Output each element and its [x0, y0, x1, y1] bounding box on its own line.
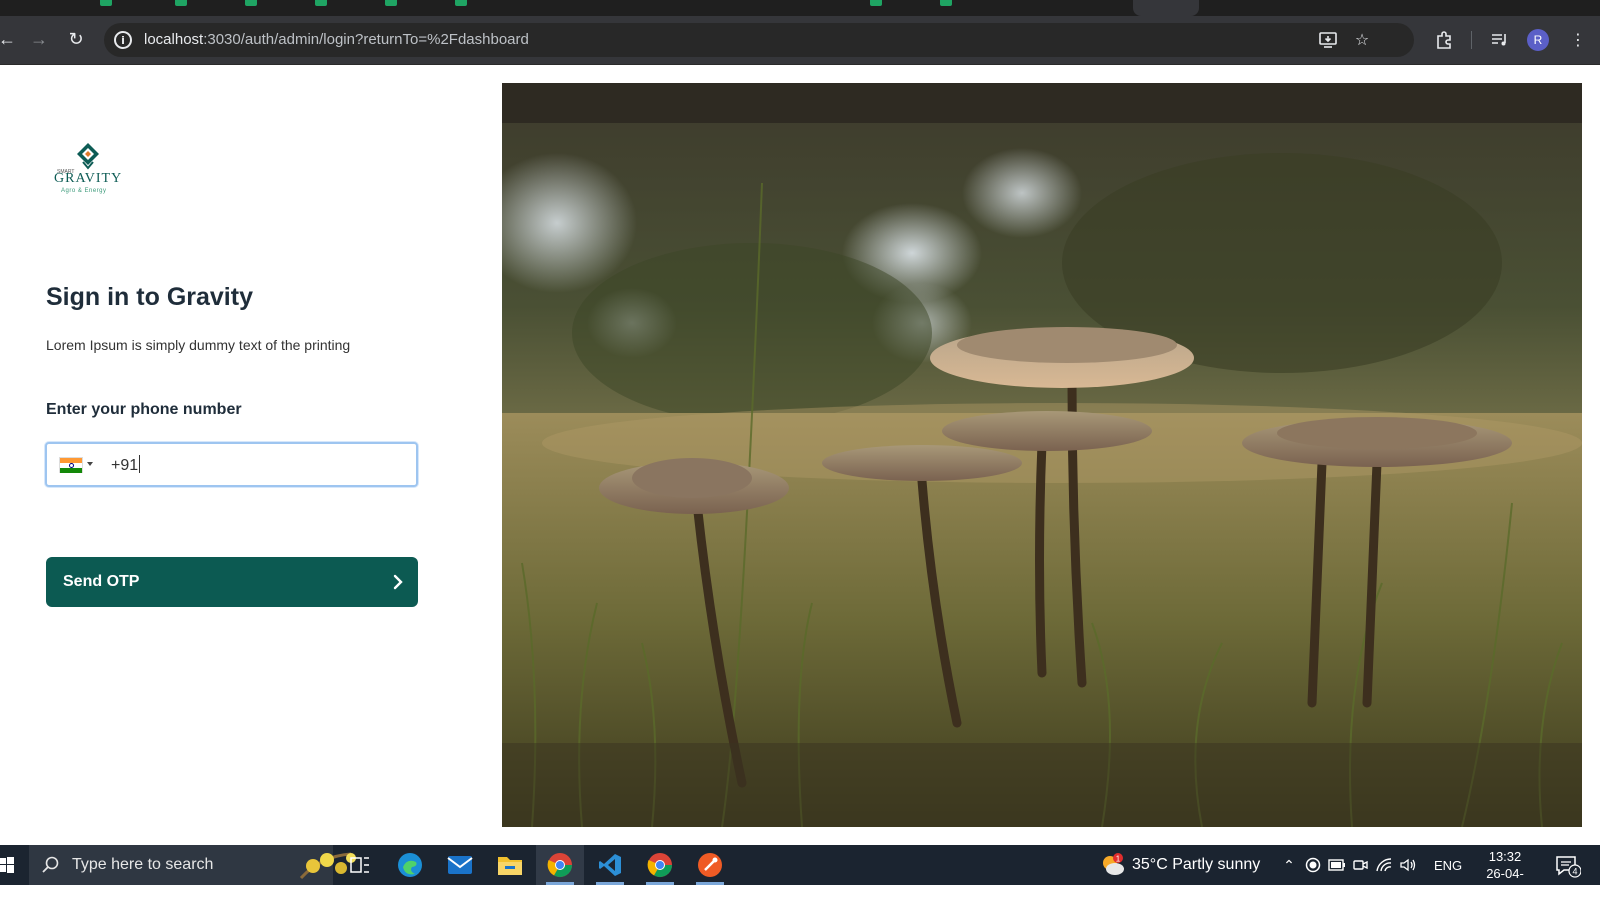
- phone-input-value[interactable]: +91: [111, 455, 141, 475]
- weather-badge: 1: [1116, 855, 1121, 864]
- phone-label: Enter your phone number: [46, 401, 242, 418]
- browser-menu-icon[interactable]: ⋮: [1566, 28, 1590, 52]
- profile-avatar[interactable]: R: [1527, 29, 1549, 51]
- install-app-icon[interactable]: [1317, 29, 1339, 51]
- active-tab[interactable]: [1133, 0, 1199, 16]
- company-logo: SMART GRAVITY Agro & Energy: [54, 142, 122, 198]
- notification-center-icon[interactable]: 4: [1555, 854, 1581, 878]
- logo-mark-icon: [77, 143, 99, 170]
- country-dropdown-caret-icon[interactable]: [87, 462, 93, 466]
- india-flag-icon[interactable]: [59, 457, 83, 473]
- taskbar: Type here to search 1 35°C Partly sunny …: [0, 845, 1600, 898]
- browser-tab-strip: [0, 0, 1600, 16]
- taskbar-search[interactable]: Type here to search: [29, 845, 356, 885]
- weather-partly-sunny-icon[interactable]: 1: [1100, 853, 1126, 877]
- show-hidden-icons-chevron-icon[interactable]: ⌃: [1279, 855, 1299, 875]
- mushroom-photo: [502, 83, 1582, 827]
- logo-wordmark: GRAVITY: [54, 171, 123, 186]
- back-arrow-icon[interactable]: ←: [0, 24, 22, 54]
- search-placeholder[interactable]: Type here to search: [72, 856, 213, 874]
- weather-text[interactable]: 35°C Partly sunny: [1132, 856, 1260, 874]
- volume-icon[interactable]: [1398, 855, 1418, 875]
- mail-icon[interactable]: [436, 845, 484, 885]
- send-otp-label: Send OTP: [63, 573, 140, 590]
- tab-favicon[interactable]: [100, 0, 112, 6]
- tab-favicon[interactable]: [245, 0, 257, 6]
- send-otp-button[interactable]: Send OTP: [46, 557, 418, 607]
- chrome-app-icon[interactable]: [536, 845, 584, 885]
- tab-favicon[interactable]: [315, 0, 327, 6]
- chrome-profile-icon[interactable]: [636, 845, 684, 885]
- battery-icon[interactable]: [1327, 855, 1347, 875]
- task-view-icon[interactable]: [336, 845, 384, 885]
- page-subtitle: Lorem Ipsum is simply dummy text of the …: [46, 337, 351, 353]
- clock-time: 13:32: [1488, 849, 1522, 864]
- wifi-icon[interactable]: [1374, 855, 1394, 875]
- clock[interactable]: 13:32 26-04-2024: [1472, 848, 1538, 899]
- input-language[interactable]: ENG: [1434, 858, 1462, 873]
- tab-favicon[interactable]: [455, 0, 467, 6]
- phone-input[interactable]: +91: [45, 442, 418, 487]
- logo-tagline: Agro & Energy: [61, 188, 107, 194]
- chevron-right-icon: [393, 574, 403, 590]
- record-icon[interactable]: [1303, 855, 1323, 875]
- url-text[interactable]: localhost:3030/auth/admin/login?returnTo…: [144, 31, 529, 48]
- search-icon: [42, 856, 59, 873]
- windows-start-icon[interactable]: [0, 857, 14, 873]
- postman-icon[interactable]: [686, 845, 734, 885]
- forward-arrow-icon[interactable]: →: [24, 24, 54, 54]
- browser-toolbar: ← → ↻ i localhost:3030/auth/admin/login?…: [0, 16, 1600, 65]
- tab-favicon[interactable]: [940, 0, 952, 6]
- tab-favicon[interactable]: [175, 0, 187, 6]
- clock-date: 26-04-2024: [1486, 866, 1524, 898]
- page-title: Sign in to Gravity: [46, 283, 253, 311]
- site-info-icon[interactable]: i: [114, 31, 132, 49]
- vscode-icon[interactable]: [586, 845, 634, 885]
- address-bar[interactable]: i localhost:3030/auth/admin/login?return…: [104, 23, 1414, 57]
- file-explorer-icon[interactable]: [486, 845, 534, 885]
- toolbar-separator: [1471, 31, 1472, 49]
- notification-count: 4: [1572, 867, 1577, 877]
- extensions-puzzle-icon[interactable]: [1432, 28, 1456, 52]
- bookmark-star-icon[interactable]: ☆: [1351, 29, 1373, 51]
- edge-browser-icon[interactable]: [386, 845, 434, 885]
- meet-now-icon[interactable]: [1350, 855, 1370, 875]
- reload-icon[interactable]: ↻: [61, 24, 91, 54]
- login-page: SMART GRAVITY Agro & Energy Sign in to G…: [0, 65, 1600, 845]
- tab-favicon[interactable]: [870, 0, 882, 6]
- tab-favicon[interactable]: [385, 0, 397, 6]
- media-control-icon[interactable]: [1488, 28, 1512, 52]
